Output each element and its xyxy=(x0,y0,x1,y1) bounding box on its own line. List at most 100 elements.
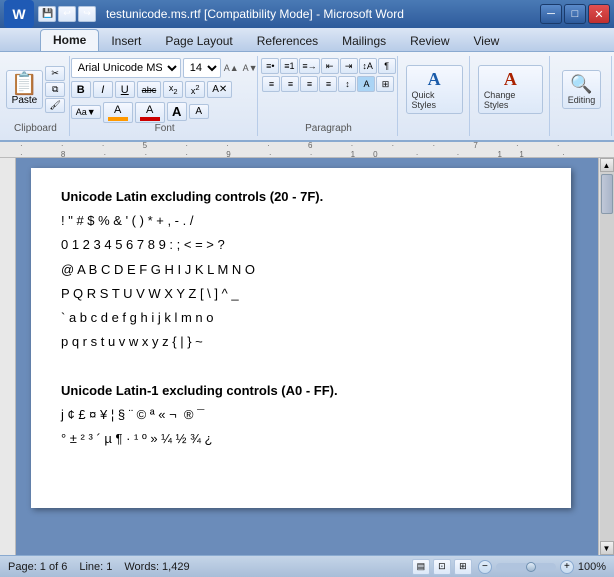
font-size-select[interactable]: 14 xyxy=(183,58,221,78)
ribbon: 📋 Paste ✂ ⧉ 🖌 Clipboard Arial Unicode MS… xyxy=(0,52,614,142)
format-painter-button[interactable]: 🖌 xyxy=(45,98,65,113)
strikethrough-button[interactable]: abc xyxy=(137,81,162,98)
clipboard-group: 📋 Paste ✂ ⧉ 🖌 Clipboard xyxy=(2,56,70,136)
font-color-row: Aa▼ A A A A xyxy=(71,100,209,123)
scroll-up-button[interactable]: ▲ xyxy=(600,158,614,172)
show-marks-button[interactable]: ¶ xyxy=(378,58,396,74)
ruler: · 1 · · · 2 · · · 3 · · · 4 · · · 5 · · … xyxy=(0,142,614,158)
font-color-button-wrapper2: A xyxy=(135,100,165,123)
borders-button[interactable]: ⊞ xyxy=(376,76,394,92)
close-button[interactable]: ✕ xyxy=(588,4,610,24)
line-spacing-button[interactable]: ↕ xyxy=(338,76,356,92)
highlight-button[interactable]: A xyxy=(103,102,133,123)
web-layout-button[interactable]: ⊞ xyxy=(454,559,472,575)
bullet-list-button[interactable]: ≡• xyxy=(261,58,279,74)
change-styles-label: Change Styles xyxy=(484,90,537,110)
font-color-button[interactable]: A xyxy=(135,102,165,123)
cut-button[interactable]: ✂ xyxy=(45,66,65,81)
zoom-slider[interactable] xyxy=(496,563,556,571)
superscript-button[interactable]: x2 xyxy=(185,81,205,98)
decrease-indent-button[interactable]: ⇤ xyxy=(321,58,339,74)
zoom-controls: − + 100% xyxy=(478,560,606,574)
tab-view[interactable]: View xyxy=(462,31,512,51)
document-area: Unicode Latin excluding controls (20 - 7… xyxy=(0,158,614,555)
quick-access-undo[interactable]: ↩ xyxy=(58,6,76,22)
editing-button[interactable]: 🔍 Editing xyxy=(562,70,602,109)
title-bar: W 💾 ↩ ↪ testunicode.ms.rtf [Compatibilit… xyxy=(0,0,614,28)
document-page[interactable]: Unicode Latin excluding controls (20 - 7… xyxy=(31,168,571,508)
tab-insert[interactable]: Insert xyxy=(99,31,153,51)
tab-mailings[interactable]: Mailings xyxy=(330,31,398,51)
underline-button[interactable]: U xyxy=(115,81,135,98)
font-format-row: B I U abc x2 x2 A✕ xyxy=(71,81,233,98)
quick-styles-button[interactable]: A Quick Styles xyxy=(406,65,463,114)
align-right-button[interactable]: ≡ xyxy=(300,76,318,92)
title-bar-left: W 💾 ↩ ↪ testunicode.ms.rtf [Compatibilit… xyxy=(4,0,404,28)
highlight-color-indicator xyxy=(108,117,128,121)
grow-font-button[interactable]: A▲ xyxy=(223,63,240,73)
numbered-list-button[interactable]: ≡1 xyxy=(280,58,298,74)
editing-label: Editing xyxy=(568,95,596,105)
paragraph-group: ≡• ≡1 ≡→ ⇤ ⇥ ↕A ¶ ≡ ≡ ≡ ≡ ↕ A ⊞ Paragrap… xyxy=(260,56,397,136)
quick-styles-label: Quick Styles xyxy=(412,90,457,110)
tab-page-layout[interactable]: Page Layout xyxy=(153,31,244,51)
multilevel-list-button[interactable]: ≡→ xyxy=(299,58,319,74)
copy-button[interactable]: ⧉ xyxy=(45,82,65,97)
increase-indent-button[interactable]: ⇥ xyxy=(340,58,358,74)
page-content: Unicode Latin excluding controls (20 - 7… xyxy=(61,188,541,448)
subscript-button[interactable]: x2 xyxy=(163,81,183,98)
change-case-button[interactable]: Aa▼ xyxy=(71,105,101,119)
doc-spacer xyxy=(61,357,541,375)
font-name-row: Arial Unicode MS 14 A▲ A▼ xyxy=(71,58,259,78)
full-screen-button[interactable]: ⊡ xyxy=(433,559,451,575)
clear-format-button[interactable]: A✕ xyxy=(207,81,232,98)
quick-styles-icon: A xyxy=(428,69,441,90)
tab-review[interactable]: Review xyxy=(398,31,461,51)
change-styles-button[interactable]: A Change Styles xyxy=(478,65,543,114)
doc-line11: ° ± ² ³ ´ µ ¶ · ¹ º » ¼ ½ ¾ ¿ xyxy=(61,430,541,448)
quick-access-redo[interactable]: ↪ xyxy=(78,6,96,22)
scroll-down-button[interactable]: ▼ xyxy=(600,541,614,555)
shading-button[interactable]: A xyxy=(357,76,375,92)
font-color-indicator xyxy=(140,117,160,121)
change-styles-group: A Change Styles xyxy=(472,56,550,136)
align-center-button[interactable]: ≡ xyxy=(281,76,299,92)
doc-line4: @ A B C D E F G H I J K L M N O xyxy=(61,261,541,279)
zoom-in-button[interactable]: + xyxy=(560,560,574,574)
shrink-font-button[interactable]: A▼ xyxy=(242,63,259,73)
change-styles-content: A Change Styles xyxy=(478,58,543,134)
scroll-thumb[interactable] xyxy=(601,174,613,214)
bold-button[interactable]: B xyxy=(71,81,91,98)
paste-icon: 📋 xyxy=(11,73,38,95)
zoom-out-button[interactable]: − xyxy=(478,560,492,574)
scroll-track[interactable] xyxy=(600,172,614,541)
align-left-button[interactable]: ≡ xyxy=(262,76,280,92)
left-ruler xyxy=(0,158,16,555)
status-left: Page: 1 of 6 Line: 1 Words: 1,429 xyxy=(8,561,190,573)
para-align-row: ≡ ≡ ≡ ≡ ↕ A ⊞ xyxy=(262,76,394,92)
words-status: Words: 1,429 xyxy=(124,561,189,573)
justify-button[interactable]: ≡ xyxy=(319,76,337,92)
quick-styles-content: A Quick Styles xyxy=(406,58,463,134)
font-label: Font xyxy=(72,123,258,134)
doc-line1: Unicode Latin excluding controls (20 - 7… xyxy=(61,188,541,206)
minimize-button[interactable]: ─ xyxy=(540,4,562,24)
font-shrink-button[interactable]: A xyxy=(189,104,209,119)
font-color-button-wrapper: A xyxy=(103,100,133,123)
doc-line7: p q r s t u v w x y z { | } ~ xyxy=(61,333,541,351)
maximize-button[interactable]: □ xyxy=(564,4,586,24)
doc-line3: 0 1 2 3 4 5 6 7 8 9 : ; < = > ? xyxy=(61,236,541,254)
font-group: Arial Unicode MS 14 A▲ A▼ B I U abc x2 x… xyxy=(72,56,259,136)
italic-button[interactable]: I xyxy=(93,81,113,98)
paste-button[interactable]: 📋 Paste xyxy=(6,70,43,109)
font-family-select[interactable]: Arial Unicode MS xyxy=(71,58,181,78)
paragraph-label: Paragraph xyxy=(260,123,396,134)
editing-icon: 🔍 xyxy=(570,74,592,95)
change-styles-icon: A xyxy=(504,69,517,90)
print-layout-button[interactable]: ▤ xyxy=(412,559,430,575)
font-grow-button[interactable]: A xyxy=(167,102,187,121)
tab-home[interactable]: Home xyxy=(40,29,99,51)
tab-references[interactable]: References xyxy=(245,31,330,51)
quick-access-save[interactable]: 💾 xyxy=(38,6,56,22)
sort-button[interactable]: ↕A xyxy=(359,58,377,74)
